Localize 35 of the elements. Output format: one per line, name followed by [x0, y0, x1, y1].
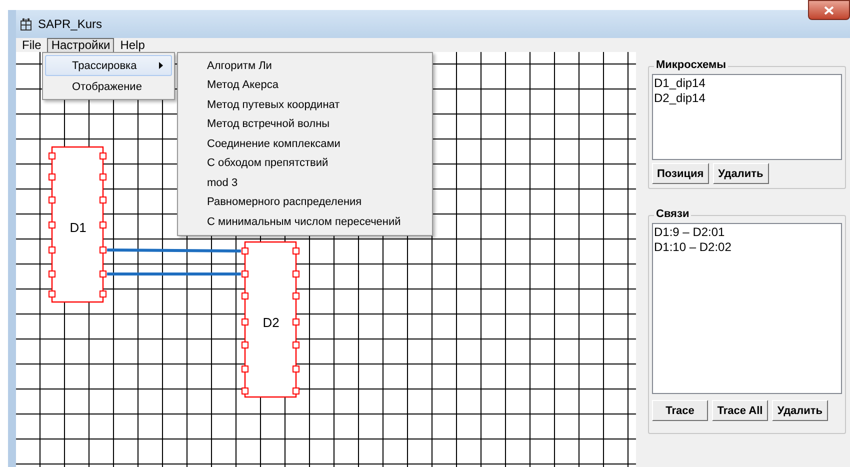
chip-drawing[interactable]: [48, 146, 106, 303]
list-box[interactable]: D1_dip14 D2_dip14: [652, 74, 842, 160]
close-icon: [824, 6, 834, 14]
list-item[interactable]: D1:9 – D2:01: [654, 225, 840, 240]
menu-entry[interactable]: Соединение комплексами: [180, 134, 430, 154]
menu-entry[interactable]: mod 3: [180, 173, 430, 192]
panel-button[interactable]: Trace All: [712, 400, 768, 421]
menu-entry[interactable]: Равномерного распределения: [180, 192, 430, 212]
menu-entry[interactable]: Трассировка: [45, 55, 172, 76]
window-title: SAPR_Kurs: [38, 17, 102, 31]
menu-entry[interactable]: Отображение: [45, 76, 172, 97]
panel-button[interactable]: Trace: [652, 400, 708, 421]
app-icon: [20, 18, 32, 30]
chip-drawing[interactable]: [242, 241, 300, 398]
list-item[interactable]: D1:10 – D2:02: [654, 240, 840, 255]
panel-button[interactable]: Позиция: [652, 163, 709, 184]
chip-label: D2: [262, 315, 280, 330]
list-item[interactable]: D1_dip14: [654, 76, 840, 91]
menu-item[interactable]: Help: [116, 38, 149, 52]
list-item[interactable]: D2_dip14: [654, 91, 840, 106]
menu-entry[interactable]: Метод Акерса: [180, 76, 430, 95]
menu-item[interactable]: Настройки: [47, 38, 114, 52]
menu-item[interactable]: File: [18, 38, 46, 52]
menu-entry[interactable]: С обходом препятствий: [180, 154, 430, 173]
group-title: Микросхемы: [654, 59, 728, 71]
menu-entry[interactable]: Метод путевых координат: [180, 95, 430, 114]
panel-button[interactable]: Удалить: [772, 400, 828, 421]
menu-entry[interactable]: Алгоритм Ли: [180, 56, 430, 76]
group-title: Связи: [654, 208, 692, 220]
menu-entry[interactable]: С минимальным числом пересечений: [180, 212, 430, 232]
close-button[interactable]: [808, 0, 850, 20]
menu-entry[interactable]: Метод встречной волны: [180, 114, 430, 134]
panel-button[interactable]: Удалить: [712, 163, 769, 184]
chip-label: D1: [70, 220, 86, 235]
list-box[interactable]: D1:9 – D2:01 D1:10 – D2:02: [652, 223, 842, 394]
